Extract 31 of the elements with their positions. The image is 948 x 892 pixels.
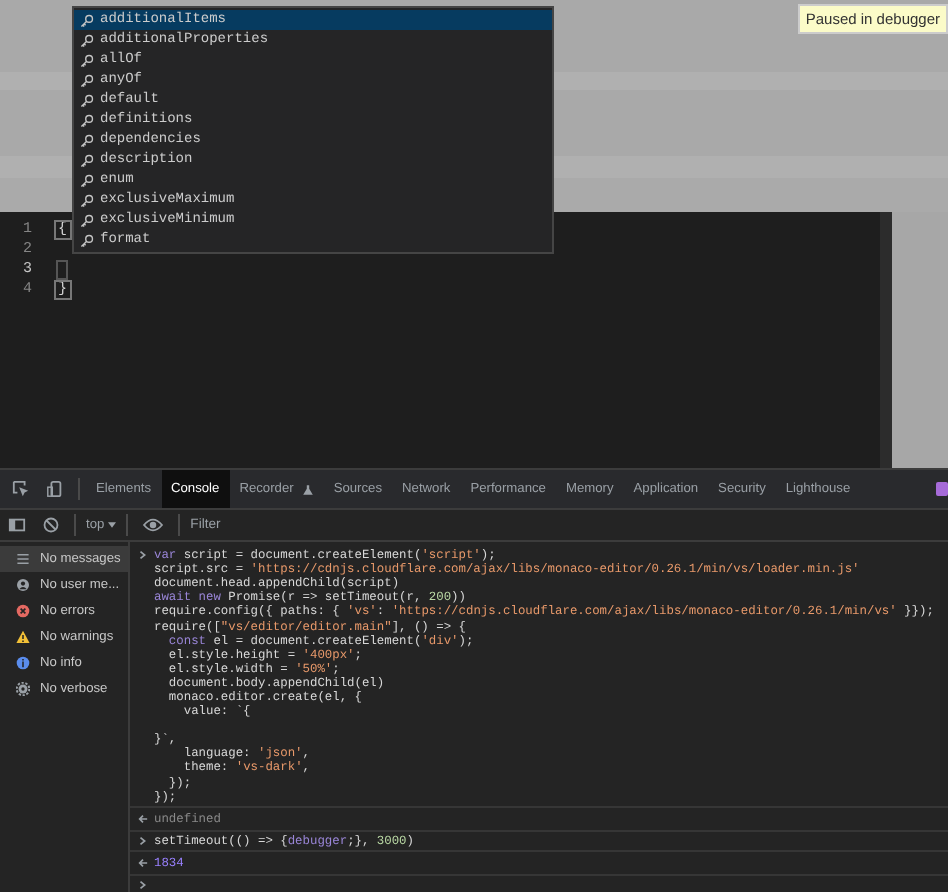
return-icon: [137, 857, 147, 868]
key-icon: [80, 233, 94, 247]
flask-icon: [301, 483, 314, 495]
info-icon: [16, 656, 30, 670]
warning-icon: [16, 630, 30, 644]
key-icon: [80, 33, 94, 47]
device-icon[interactable]: [46, 480, 64, 498]
gear-icon: [16, 682, 30, 696]
key-icon: [80, 133, 94, 147]
key-icon: [80, 193, 94, 207]
return-icon: [137, 813, 147, 824]
key-icon: [80, 53, 94, 67]
key-icon: [80, 173, 94, 187]
key-icon: [80, 153, 94, 167]
scrollbar[interactable]: [880, 212, 892, 468]
prompt-icon: [137, 550, 147, 561]
list-icon: [16, 552, 30, 566]
caret-icon: [108, 522, 117, 528]
clear-icon[interactable]: [42, 516, 60, 534]
error-icon: [16, 604, 30, 618]
eye-icon[interactable]: [142, 516, 165, 534]
key-icon: [80, 13, 94, 27]
inspect-icon[interactable]: [12, 480, 30, 498]
key-icon: [80, 113, 94, 127]
user-icon: [16, 578, 30, 592]
key-icon: [80, 93, 94, 107]
prompt-icon: [137, 835, 147, 846]
sidebar-toggle-icon[interactable]: [8, 516, 26, 534]
key-icon: [80, 73, 94, 87]
prompt-icon[interactable]: [137, 879, 147, 890]
key-icon: [80, 213, 94, 227]
